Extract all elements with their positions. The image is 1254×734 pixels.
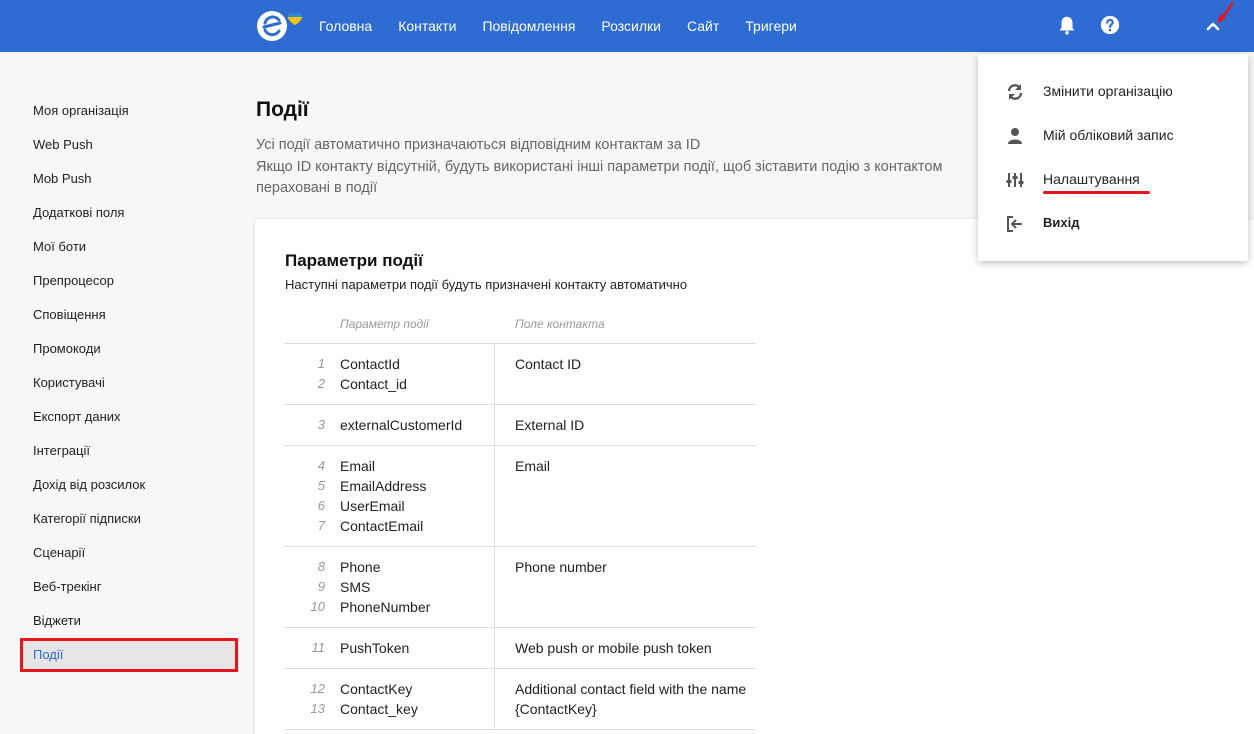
param-number: 4 [317,458,325,473]
page-description: Усі події автоматично призначаються відп… [256,135,1016,200]
user-icon [1008,128,1022,144]
menu-item-label: Змінити організацію [1043,83,1173,99]
table-row: 1 ContactId 2 Contact_id Contact ID [285,344,755,405]
sidebar-item-scenarios[interactable]: Сценарії [20,536,240,570]
param-name: UserEmail [340,498,405,514]
settings-sidebar: Моя організація Web Push Mob Push Додатк… [20,94,240,672]
refresh-icon [1007,84,1023,100]
page-title: Події [256,98,309,121]
nav-campaigns[interactable]: Розсилки [601,18,661,34]
param-number: 7 [317,518,325,533]
menu-item-label: Мій обліковий запис [1043,127,1174,143]
sidebar-item-notifications[interactable]: Сповіщення [20,298,240,332]
menu-item-settings[interactable]: Налаштування [978,164,1248,194]
param-number: 1 [317,356,325,371]
sidebar-item-export[interactable]: Експорт даних [20,400,240,434]
sidebar-item-bots[interactable]: Мої боти [20,230,240,264]
nav-triggers[interactable]: Тригери [745,18,797,34]
description-line: Якщо ID контакту відсутній, будуть викор… [256,158,943,175]
table-header: Параметр події Поле контакта [285,315,755,344]
description-line: пераховані в події [256,180,378,196]
description-line: Усі події автоматично призначаються відп… [256,137,701,153]
param-name: Contact_id [340,376,407,392]
bell-icon[interactable] [1056,14,1078,36]
table-row: 4 Email 5 EmailAddress 6 UserEmail 7 Contact… [285,446,755,547]
param-name: ContactId [340,356,400,372]
sidebar-item-subscription-categories[interactable]: Категорії підписки [20,502,240,536]
sidebar-item-widgets[interactable]: Віджети [20,604,240,638]
param-number: 8 [317,559,325,574]
params-table: Параметр події Поле контакта 1 ContactId … [285,315,755,730]
contact-field: Additional contact field with the name {… [515,681,747,717]
sliders-icon [1006,173,1024,187]
param-name: ContactEmail [340,518,424,534]
menu-item-logout[interactable]: Вихід [978,208,1248,238]
logout-icon [1007,216,1022,232]
sidebar-item-organization[interactable]: Моя організація [20,94,240,128]
column-header-param: Параметр події [340,317,429,331]
nav-contacts[interactable]: Контакти [398,18,456,34]
menu-item-label: Вихід [1043,215,1080,230]
param-name: Email [340,458,376,474]
menu-item-change-org[interactable]: Змінити організацію [978,76,1248,106]
sidebar-item-preprocessor[interactable]: Препроцесор [20,264,240,298]
param-number: 5 [317,478,325,493]
param-name: EmailAddress [340,478,427,494]
table-row: 8 Phone 9 SMS 10 PhoneNumber Phone number [285,547,755,628]
param-number: 3 [317,417,325,432]
nav-home[interactable]: Головна [319,18,372,34]
menu-item-my-account[interactable]: Мій обліковий запис [978,120,1248,150]
param-name: Contact_key [340,701,418,717]
table-row: 3 externalCustomerId External ID [285,405,755,446]
menu-item-label: Налаштування [1043,171,1140,187]
card-subtitle: Наступні параметри події будуть призначе… [285,277,688,292]
card-title: Параметри події [285,251,423,270]
contact-field: Contact ID [515,356,582,372]
contact-field: Email [515,458,551,474]
param-name: externalCustomerId [340,417,463,433]
param-number: 6 [317,498,325,513]
account-dropdown: Змінити організацію Мій обліковий запис … [978,54,1248,261]
event-params-card: Параметри події Наступні параметри події… [255,219,1254,734]
param-number: 10 [310,599,325,614]
param-number: 9 [317,579,325,594]
sidebar-item-promocodes[interactable]: Промокоди [20,332,240,366]
param-name: PushToken [340,640,410,656]
column-header-field: Поле контакта [515,317,605,331]
help-icon[interactable] [1099,14,1121,36]
sidebar-item-web-tracking[interactable]: Веб-трекінг [20,570,240,604]
annotation-arrow-icon [1217,1,1235,24]
param-number: 11 [311,640,326,655]
sidebar-item-events[interactable]: Події [20,638,238,672]
nav-site[interactable]: Сайт [687,18,719,34]
sidebar-item-revenue[interactable]: Дохід від розсилок [20,468,240,502]
param-number: 2 [317,376,325,391]
top-bar: Головна Контакти Повідомлення Розсилки С… [0,0,1254,52]
param-name: ContactKey [340,681,413,697]
param-name: PhoneNumber [340,599,431,615]
sidebar-item-mob-push[interactable]: Mob Push [20,162,240,196]
sidebar-item-web-push[interactable]: Web Push [20,128,240,162]
param-number: 12 [310,681,325,696]
table-row: 12 ContactKey 13 Contact_key Additional co… [285,669,755,730]
sidebar-item-integrations[interactable]: Інтеграції [20,434,240,468]
sidebar-item-users[interactable]: Користувачі [20,366,240,400]
contact-field: External ID [515,417,585,433]
table-row: 11 PushToken Web push or mobile push toke… [285,628,755,669]
contact-field: Web push or mobile push token [515,640,712,656]
param-number: 13 [310,701,325,716]
param-name: Phone [340,559,381,575]
annotation-underline [1043,191,1150,194]
main-nav: Головна Контакти Повідомлення Розсилки С… [319,0,823,52]
sidebar-item-additional-fields[interactable]: Додаткові поля [20,196,240,230]
contact-field: Phone number [515,559,607,575]
param-name: SMS [340,579,371,595]
esputnik-logo[interactable] [255,9,303,43]
nav-messages[interactable]: Повідомлення [482,18,575,34]
